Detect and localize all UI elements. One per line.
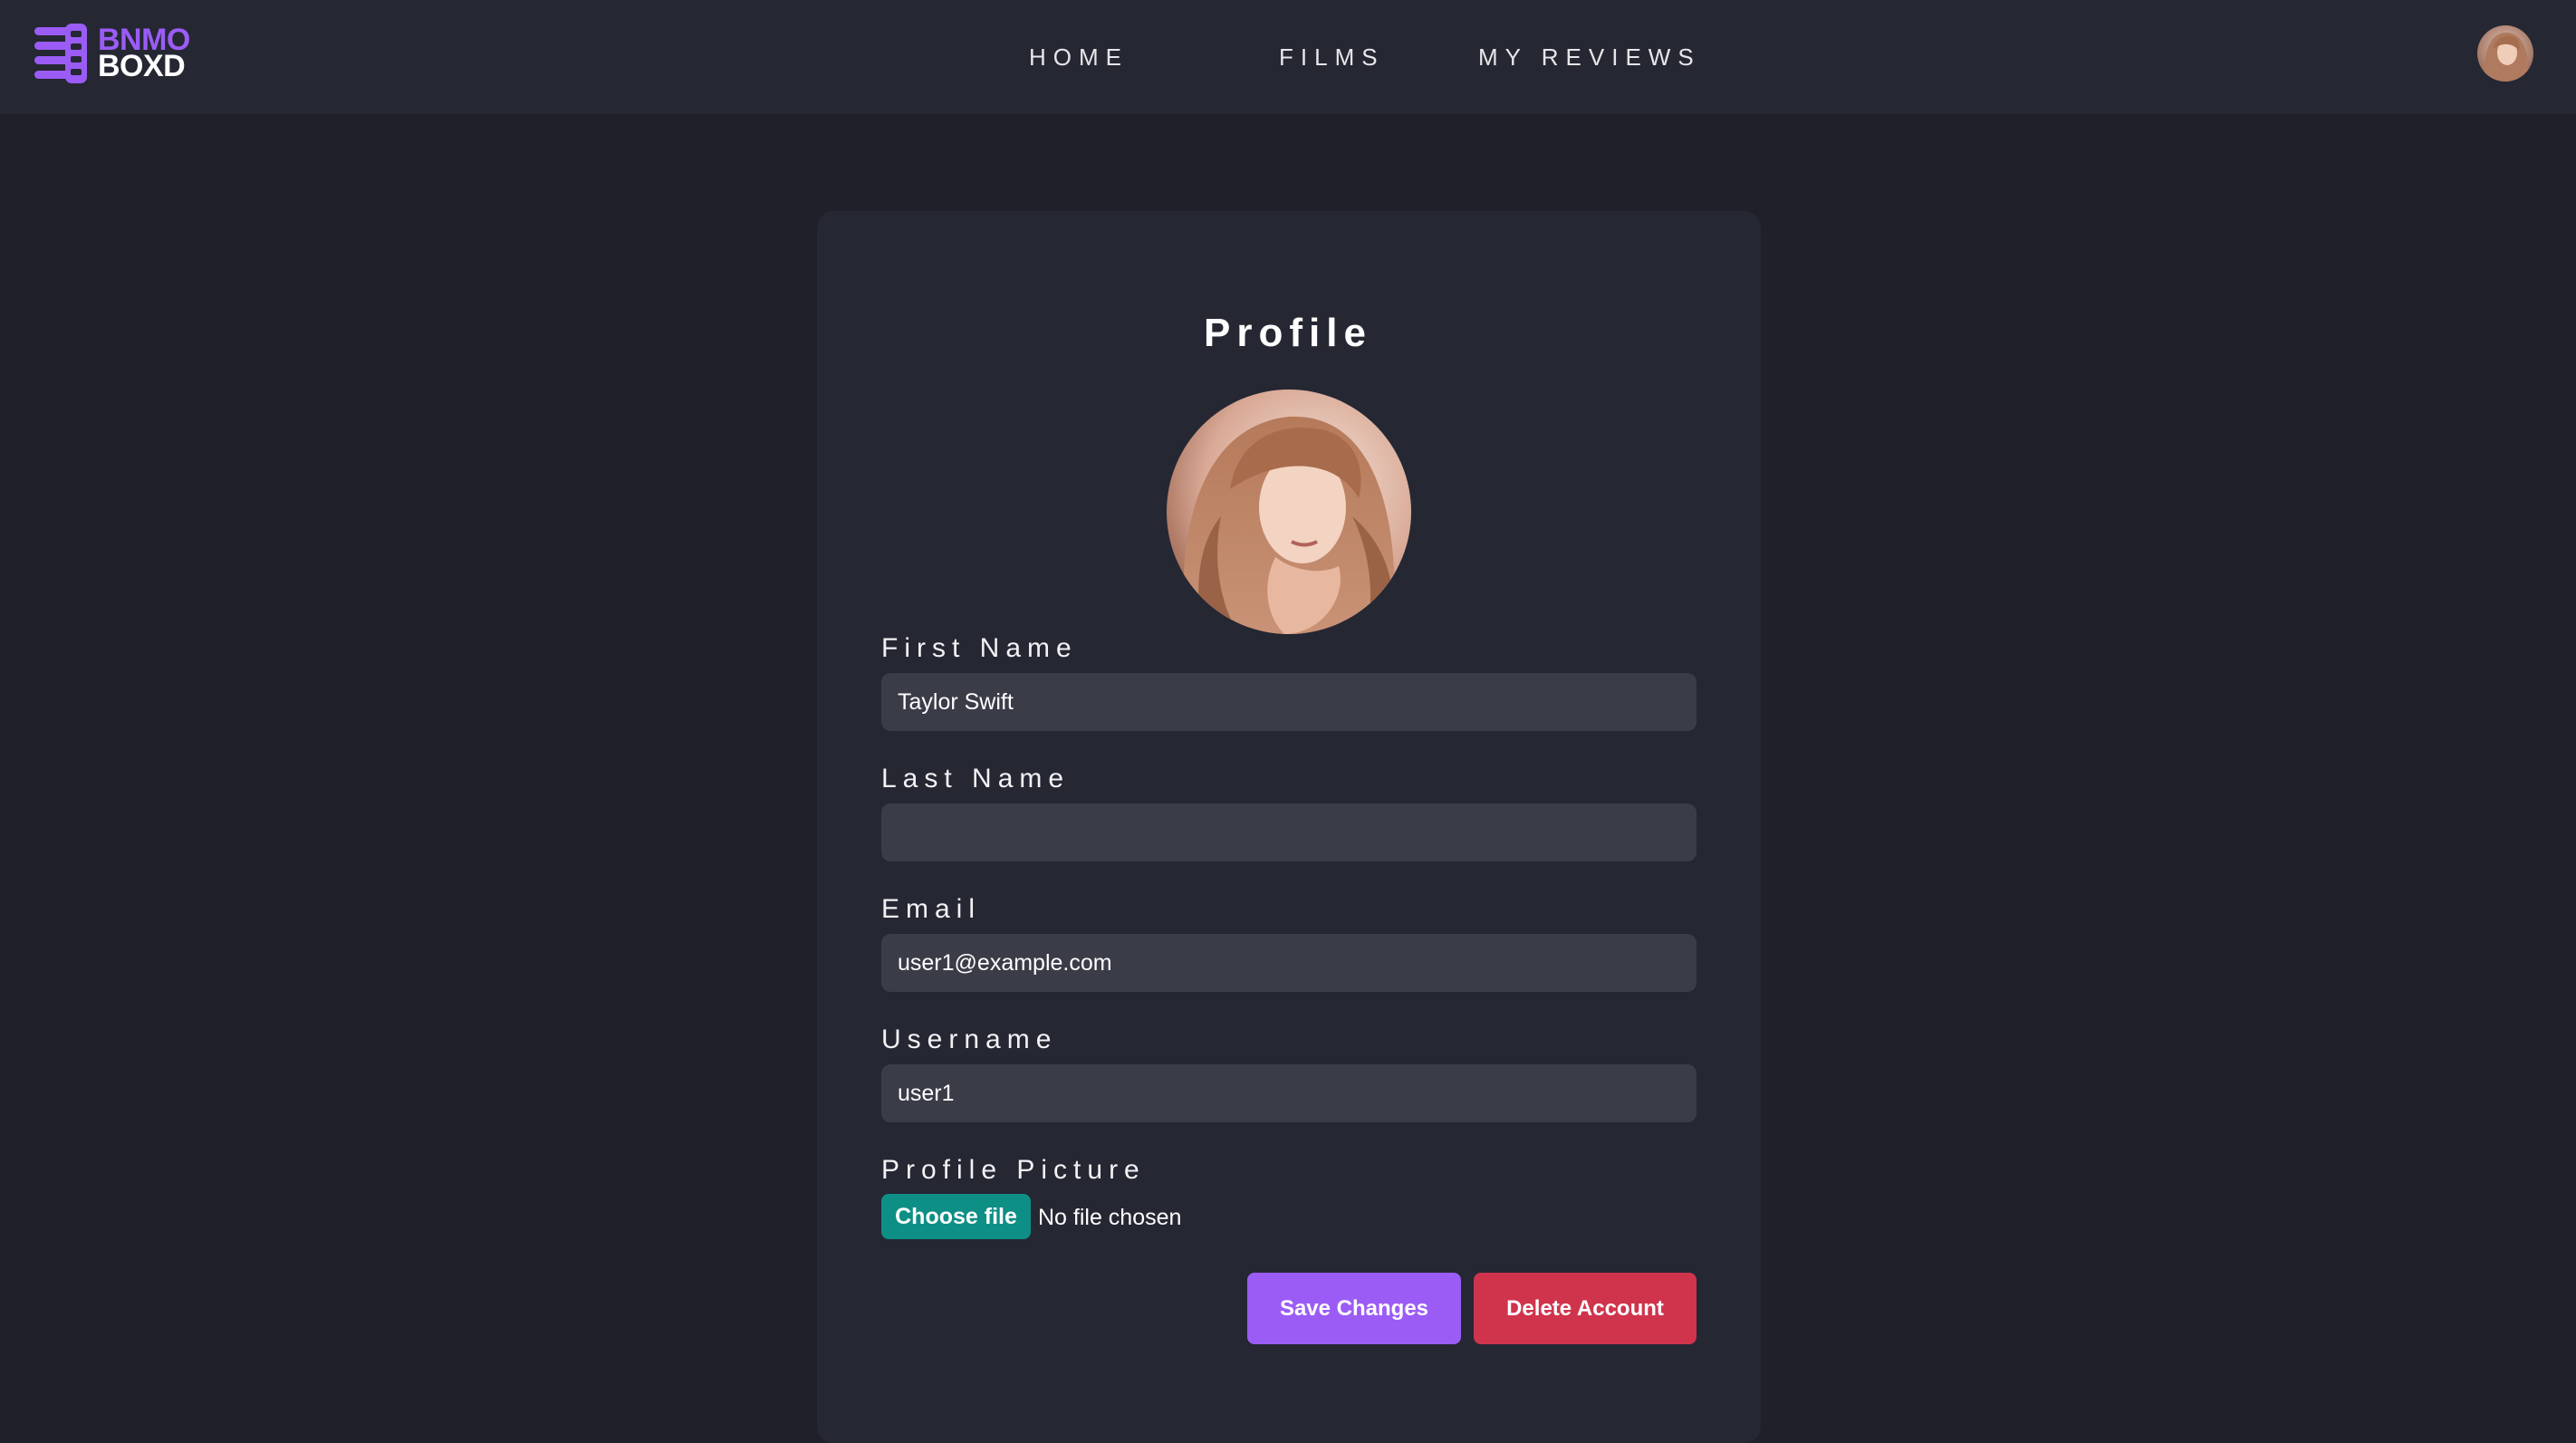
profile-picture xyxy=(1167,390,1411,634)
profile-photo-icon xyxy=(1167,390,1411,634)
file-status-text: No file chosen xyxy=(1038,1205,1182,1230)
nav-home-link[interactable]: HOME xyxy=(1029,42,1129,72)
user-avatar-button[interactable] xyxy=(2477,25,2533,82)
brand-name: BNMO BOXD xyxy=(98,24,190,83)
choose-file-button[interactable]: Choose file xyxy=(881,1194,1031,1239)
first-name-label: First Name xyxy=(881,633,1078,663)
nav-films-link[interactable]: FILMS xyxy=(1279,42,1385,72)
top-navbar: BNMO BOXD HOME FILMS MY REVIEWS xyxy=(0,0,2576,114)
save-changes-button[interactable]: Save Changes xyxy=(1247,1273,1461,1344)
brand-name-line2: BOXD xyxy=(98,49,186,83)
profile-picture-label: Profile Picture xyxy=(881,1155,1146,1185)
brand-logo[interactable]: BNMO BOXD xyxy=(33,24,190,83)
page-title: Profile xyxy=(1204,311,1372,355)
username-input[interactable] xyxy=(881,1064,1697,1122)
nav-my-reviews-link[interactable]: MY REVIEWS xyxy=(1478,42,1701,72)
film-stack-icon xyxy=(34,24,87,83)
last-name-input[interactable] xyxy=(881,803,1697,861)
last-name-label: Last Name xyxy=(881,764,1071,794)
delete-account-button[interactable]: Delete Account xyxy=(1474,1273,1697,1344)
first-name-input[interactable] xyxy=(881,673,1697,731)
email-input[interactable] xyxy=(881,934,1697,992)
username-label: Username xyxy=(881,1025,1058,1054)
avatar-icon xyxy=(2477,25,2533,82)
email-label: Email xyxy=(881,894,982,924)
